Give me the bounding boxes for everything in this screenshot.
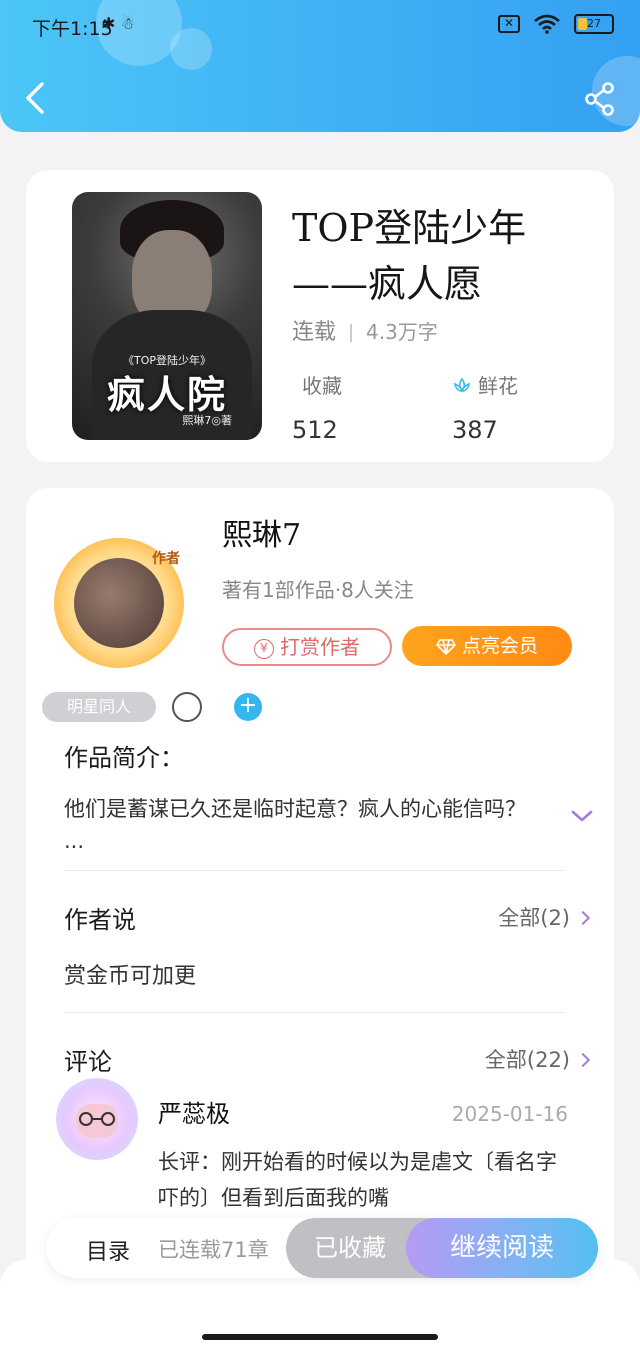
divider <box>350 324 353 342</box>
author-say-title: 作者说 <box>64 906 136 934</box>
flowers-stat[interactable]: 鲜花 <box>452 370 518 399</box>
status-time: 下午1:15 <box>32 18 113 40</box>
comments-more-label: 全部(22) <box>484 1048 570 1072</box>
intro-text[interactable]: 他们是蓄谋已久还是临时起意？疯人的心能信吗？··· <box>64 790 544 866</box>
vip-button[interactable]: 点亮会员 <box>402 626 572 666</box>
flower-icon <box>453 377 471 392</box>
tag-pill[interactable]: 明星同人 <box>42 692 156 722</box>
commenter-avatar[interactable] <box>56 1078 138 1160</box>
sim-icon: ✕ <box>498 15 520 33</box>
comments-title: 评论 <box>64 1048 112 1076</box>
intro-title: 作品简介： <box>64 744 184 772</box>
cover-title: 疯人院 <box>106 372 227 417</box>
author-name[interactable]: 熙琳7 <box>222 510 301 554</box>
comments-more-link[interactable]: 全部(22) <box>484 1044 591 1074</box>
vip-label: 点亮会员 <box>461 635 538 657</box>
serial-chapters[interactable]: 已连载71章 <box>158 1234 269 1264</box>
chevron-right-icon <box>575 1052 591 1068</box>
divider <box>64 870 564 871</box>
bluetooth-icon: ✱ ☃ <box>102 14 135 33</box>
cover-author: 熙琳7◎著 <box>182 414 232 427</box>
continue-reading-button[interactable]: 继续阅读 <box>406 1218 598 1278</box>
comment-text[interactable]: 长评：刚开始看的时候以为是虐文〔看名字吓的〕但看到后面我的嘴 <box>158 1144 558 1216</box>
decorative-bubble <box>170 28 212 70</box>
author-say-more-label: 全部(2) <box>498 906 570 930</box>
battery-icon: 27 <box>574 14 614 34</box>
commenter-name[interactable]: 严蕊极 <box>158 1094 230 1129</box>
tip-author-button[interactable]: ¥ 打赏作者 <box>222 628 392 666</box>
book-info-card: 《TOP登陆少年》 疯人院 熙琳7◎著 TOP登陆少年 ——疯人愿 连载 4.3万… <box>26 170 614 462</box>
book-title-line2: ——疯人愿 <box>292 262 483 306</box>
chevron-down-icon[interactable] <box>570 808 594 824</box>
favorites-label: 收藏 <box>302 374 342 398</box>
tag-circle[interactable] <box>172 692 202 722</box>
book-title: TOP登陆少年 ——疯人愿 <box>292 200 592 312</box>
book-cover[interactable]: 《TOP登陆少年》 疯人院 熙琳7◎著 <box>72 192 262 440</box>
glasses-icon <box>79 1112 115 1126</box>
author-say-more-link[interactable]: 全部(2) <box>498 902 591 932</box>
book-title-line1: TOP登陆少年 <box>292 206 527 250</box>
add-tag-button[interactable]: + <box>234 693 262 721</box>
top-header: 下午1:15 ✱ ☃ ✕ 27 <box>0 0 640 132</box>
flowers-label: 鲜花 <box>478 374 518 398</box>
author-avatar[interactable]: 作者 <box>54 538 184 668</box>
word-count: 4.3万字 <box>366 320 438 344</box>
author-badge: 作者 <box>152 551 180 567</box>
battery-text: 27 <box>587 17 601 30</box>
home-indicator <box>202 1334 438 1340</box>
chevron-right-icon <box>575 910 591 926</box>
flowers-count: 387 <box>452 416 498 444</box>
back-arrow-icon[interactable] <box>20 80 50 116</box>
divider <box>64 1012 564 1013</box>
diamond-icon <box>436 639 456 655</box>
wifi-icon <box>534 14 560 34</box>
author-say-text: 赏金币可加更 <box>64 964 197 989</box>
author-meta: 著有1部作品·8人关注 <box>222 578 414 602</box>
author-avatar-image <box>74 558 164 648</box>
share-icon[interactable] <box>584 82 616 116</box>
comment-date: 2025-01-16 <box>451 1102 568 1126</box>
toc-button[interactable]: 目录 <box>86 1234 130 1266</box>
serial-status: 连载 <box>292 320 337 345</box>
status-icons: ✕ 27 <box>498 14 614 34</box>
tip-author-label: 打赏作者 <box>280 635 360 659</box>
bottom-action-bar: 目录 已连载71章 已收藏 继续阅读 <box>46 1218 598 1278</box>
favorites-count: 512 <box>292 416 338 444</box>
yen-icon: ¥ <box>254 639 274 659</box>
book-status-row: 连载 4.3万字 <box>292 314 438 346</box>
